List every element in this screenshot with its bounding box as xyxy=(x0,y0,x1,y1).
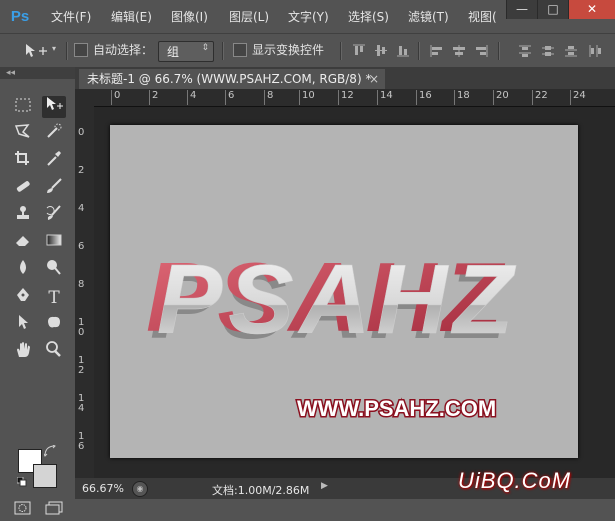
zoom-icon[interactable] xyxy=(42,341,66,363)
document-size: 文档:1.00M/2.86M xyxy=(212,484,310,497)
ruler-v-label: 2 xyxy=(78,165,85,176)
document-tab[interactable]: 未标题-1 @ 66.7% (WWW.PSAHZ.COM, RGB/8) * × xyxy=(79,69,385,89)
ruler-h-label: 24 xyxy=(570,90,586,105)
ruler-v-label: 8 xyxy=(78,279,85,290)
close-button[interactable]: ✕ xyxy=(568,0,615,19)
distribute-bottom-icon[interactable] xyxy=(564,44,578,57)
menu-select[interactable]: 选择(S) xyxy=(348,8,389,26)
ruler-v-label: 1 0 xyxy=(78,317,85,338)
horizontal-ruler[interactable]: 0 2 4 6 8 10 12 14 16 18 20 22 24 xyxy=(94,89,615,107)
ruler-h-label: 14 xyxy=(377,90,393,105)
ruler-h-label: 16 xyxy=(416,90,432,105)
align-hcenter-icon[interactable] xyxy=(452,44,466,57)
ruler-h-label: 20 xyxy=(493,90,509,105)
menu-file[interactable]: 文件(F) xyxy=(51,8,91,26)
menu-type[interactable]: 文字(Y) xyxy=(288,8,329,26)
default-colors-icon[interactable] xyxy=(16,476,27,487)
menu-layer[interactable]: 图层(L) xyxy=(229,8,269,26)
lasso-icon[interactable] xyxy=(11,123,35,145)
vertical-ruler[interactable]: 0 2 4 6 8 1 0 1 2 1 4 1 6 xyxy=(75,106,94,478)
move-tool-icon[interactable] xyxy=(42,96,66,118)
toolbox: T xyxy=(0,79,75,515)
align-top-icon[interactable] xyxy=(352,44,366,57)
window-controls: — □ ✕ xyxy=(506,0,615,19)
eyedropper-icon[interactable] xyxy=(42,150,66,172)
preset-dropdown-arrow-icon[interactable]: ▾ xyxy=(52,44,56,53)
ruler-h-label: 22 xyxy=(532,90,548,105)
healing-brush-icon[interactable] xyxy=(11,178,35,200)
hand-icon[interactable] xyxy=(11,341,35,363)
document-tab-title: 未标题-1 @ 66.7% (WWW.PSAHZ.COM, RGB/8) * xyxy=(87,72,372,86)
ruler-v-label: 1 4 xyxy=(78,393,85,414)
restore-button[interactable]: □ xyxy=(537,0,568,19)
distribute-left-icon[interactable] xyxy=(588,44,602,57)
history-brush-icon[interactable] xyxy=(42,205,66,227)
toolbox-collapse[interactable]: ◂◂ xyxy=(0,67,75,79)
blur-icon[interactable] xyxy=(11,259,35,281)
align-vcenter-icon[interactable] xyxy=(374,44,388,57)
ruler-v-label: 0 xyxy=(78,127,85,138)
show-transform-label: 显示变换控件 xyxy=(252,43,325,57)
brush-icon[interactable] xyxy=(42,178,66,200)
auto-select-label: 自动选择： xyxy=(93,43,154,57)
ruler-h-label: 2 xyxy=(148,90,159,105)
zoom-level[interactable]: 66.67% xyxy=(82,482,124,495)
swap-colors-icon[interactable] xyxy=(43,444,56,457)
updown-arrow-icon: ⇕ xyxy=(201,43,209,53)
align-left-icon[interactable] xyxy=(430,44,444,57)
status-info-icon[interactable]: ◉ xyxy=(132,481,148,497)
watermark-logo: UiBQ.CoM xyxy=(458,468,572,493)
quick-selection-icon[interactable] xyxy=(42,123,66,145)
rect-marquee-icon[interactable] xyxy=(11,96,35,118)
ruler-v-label: 1 6 xyxy=(78,431,85,452)
ruler-v-label: 4 xyxy=(78,203,85,214)
options-bar: ▾ 自动选择： 组 ⇕ 显示变换控件 xyxy=(0,33,615,68)
distribute-top-icon[interactable] xyxy=(518,44,532,57)
auto-select-target-dropdown[interactable]: 组 ⇕ xyxy=(158,41,214,62)
group-select-value: 组 xyxy=(167,45,180,59)
gradient-icon[interactable] xyxy=(42,232,66,254)
menu-view[interactable]: 视图( xyxy=(468,8,497,26)
path-selection-icon[interactable] xyxy=(11,314,35,336)
ruler-h-label: 10 xyxy=(299,90,315,105)
ruler-h-label: 6 xyxy=(224,90,235,105)
ruler-h-label: 0 xyxy=(110,90,121,105)
ruler-h-label: 18 xyxy=(454,90,470,105)
clone-stamp-icon[interactable] xyxy=(11,205,35,227)
align-right-icon[interactable] xyxy=(474,44,488,57)
distribute-vcenter-icon[interactable] xyxy=(541,44,555,57)
align-bottom-icon[interactable] xyxy=(396,44,410,57)
show-transform-checkbox[interactable] xyxy=(233,43,247,57)
tab-close-icon[interactable]: × xyxy=(369,69,379,89)
minimize-button[interactable]: — xyxy=(506,0,537,19)
url-text: WWW.PSAHZ.COM xyxy=(297,396,496,421)
type-tool-icon[interactable]: T xyxy=(42,287,66,309)
ruler-v-label: 1 2 xyxy=(78,355,85,376)
move-tool-preset-icon[interactable] xyxy=(24,43,48,59)
screen-mode-icon[interactable] xyxy=(42,499,66,521)
menu-bar: Ps 文件(F) 编辑(E) 图像(I) 图层(L) 文字(Y) 选择(S) 滤… xyxy=(0,0,615,33)
dodge-icon[interactable] xyxy=(42,259,66,281)
menu-edit[interactable]: 编辑(E) xyxy=(111,8,152,26)
headline-text: PSAHZ xyxy=(157,244,519,354)
menu-image[interactable]: 图像(I) xyxy=(171,8,208,26)
custom-shape-icon[interactable] xyxy=(42,314,66,336)
pen-icon[interactable] xyxy=(11,287,35,309)
photoshop-logo: Ps xyxy=(10,8,30,25)
ruler-v-label: 6 xyxy=(78,241,85,252)
eraser-icon[interactable] xyxy=(11,232,35,254)
auto-select-checkbox[interactable] xyxy=(74,43,88,57)
status-menu-arrow-icon[interactable]: ▶ xyxy=(321,481,328,491)
crop-icon[interactable] xyxy=(11,150,35,172)
background-color-swatch[interactable] xyxy=(33,464,57,488)
menu-filter[interactable]: 滤镜(T) xyxy=(408,8,449,26)
document-tab-bar: 未标题-1 @ 66.7% (WWW.PSAHZ.COM, RGB/8) * × xyxy=(75,67,615,89)
canvas-artwork: PSAHZ PSAHZ PSAHZ WWW.PSAHZ.COM xyxy=(146,242,519,423)
quick-mask-icon[interactable] xyxy=(11,499,35,521)
ruler-corner xyxy=(75,89,94,106)
ruler-h-label: 8 xyxy=(263,90,274,105)
document-canvas[interactable]: PSAHZ PSAHZ PSAHZ WWW.PSAHZ.COM xyxy=(110,125,578,458)
ruler-h-label: 4 xyxy=(186,90,197,105)
ruler-h-label: 12 xyxy=(338,90,354,105)
